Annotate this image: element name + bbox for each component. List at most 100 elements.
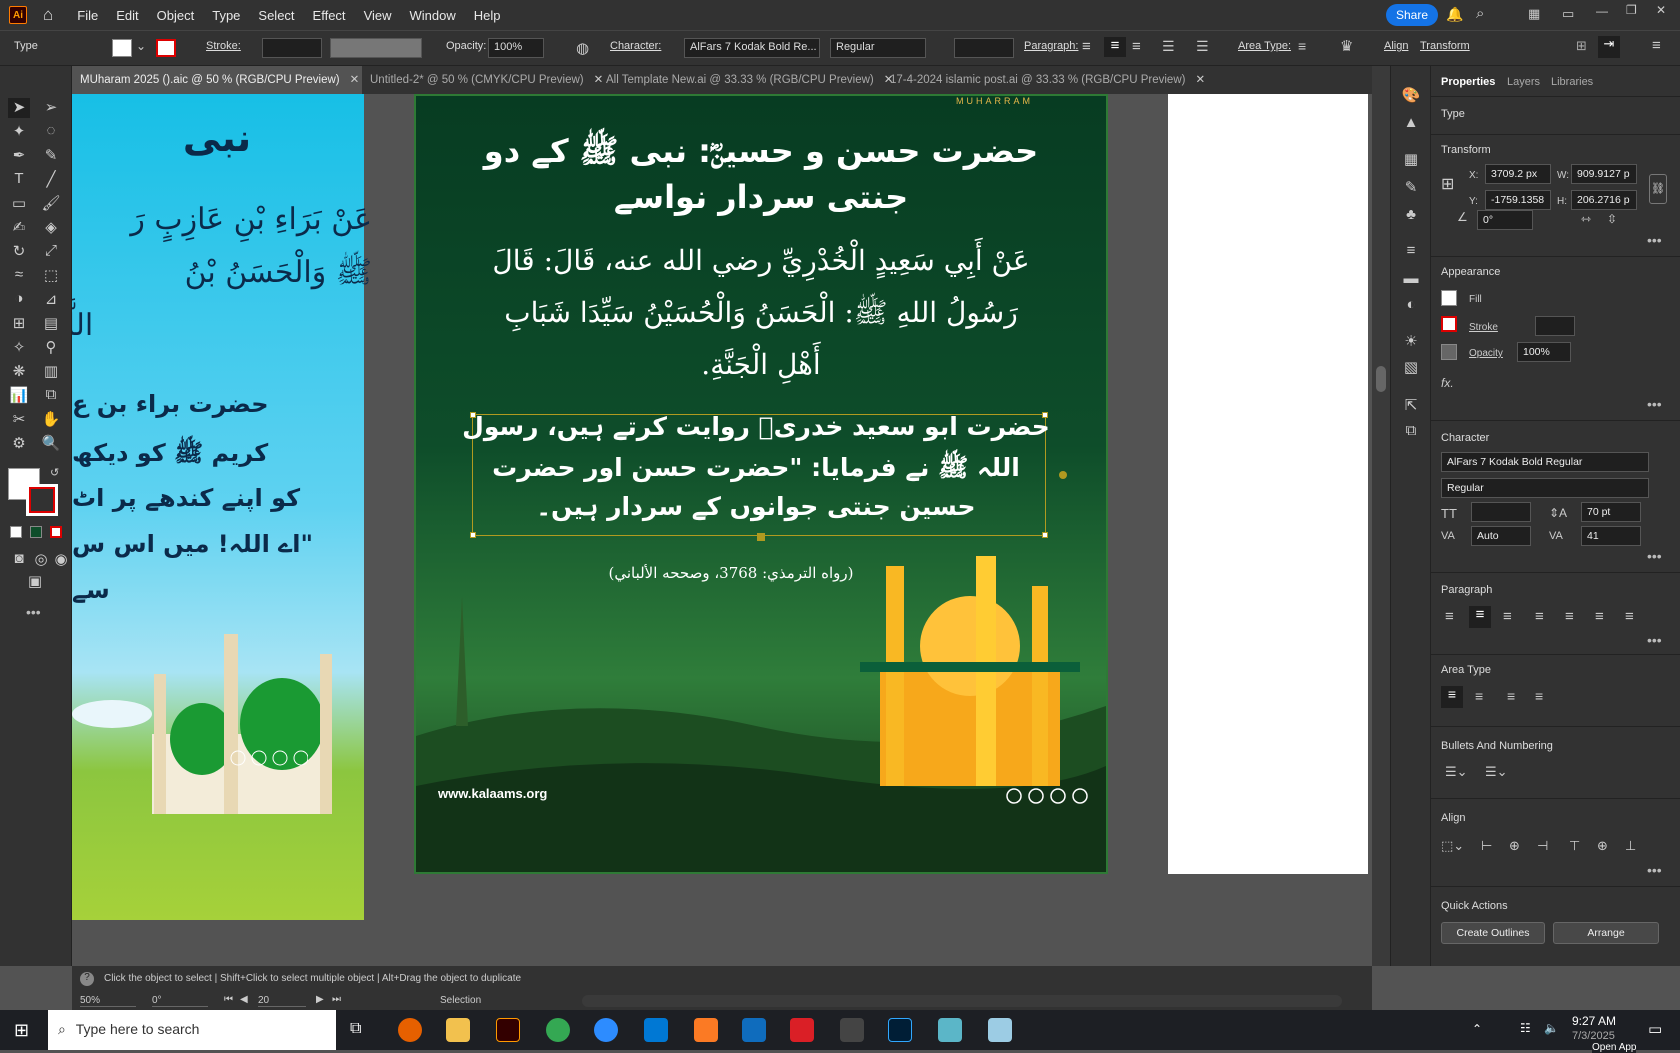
- close-tab-icon[interactable]: ✕: [1195, 74, 1205, 86]
- artboards-panel-icon[interactable]: ⧉: [1400, 422, 1422, 442]
- restore-icon[interactable]: ❐: [1626, 3, 1637, 17]
- shape-builder-icon[interactable]: ◑: [8, 290, 30, 310]
- curvature-tool-icon[interactable]: ✎: [40, 146, 62, 166]
- font-style-dropdown[interactable]: Regular: [830, 38, 926, 58]
- clock-time[interactable]: 9:27 AM: [1572, 1014, 1616, 1028]
- font-size-input[interactable]: [954, 38, 1014, 58]
- menu-edit[interactable]: Edit: [116, 8, 138, 23]
- character-more-icon[interactable]: •••: [1647, 548, 1662, 564]
- last-artboard-icon[interactable]: ⏭: [332, 994, 341, 1005]
- search-icon[interactable]: ⌕: [1476, 5, 1484, 22]
- align-right-objects-icon[interactable]: ⊣: [1537, 838, 1548, 854]
- zoom-dropdown[interactable]: 50%: [80, 995, 136, 1007]
- align-right-icon[interactable]: ≡: [1132, 38, 1141, 55]
- direct-selection-tool-icon[interactable]: ➢: [40, 98, 62, 118]
- swap-colors-icon[interactable]: ↺: [50, 466, 59, 479]
- more-tools-icon[interactable]: •••: [26, 604, 41, 620]
- stroke-weight-input[interactable]: [262, 38, 322, 58]
- glyph-icon[interactable]: ♛: [1340, 37, 1353, 55]
- w-input[interactable]: 909.9127 p: [1571, 164, 1637, 184]
- character-font-dropdown[interactable]: AlFars 7 Kodak Bold Regular: [1441, 452, 1649, 472]
- magic-wand-icon[interactable]: ✦: [8, 122, 30, 142]
- align-link[interactable]: Align: [1384, 40, 1408, 52]
- gradient-tool-icon[interactable]: ▤: [40, 314, 62, 334]
- stroke-swatch[interactable]: [156, 39, 176, 57]
- area-align-top-icon[interactable]: ≡: [1441, 686, 1463, 708]
- arrange-icon[interactable]: ⊞: [1576, 38, 1587, 54]
- warp-tool-icon[interactable]: ≈: [8, 266, 30, 286]
- align-center-icon[interactable]: ≡: [1104, 37, 1126, 57]
- export-icon[interactable]: ⇱: [1400, 396, 1422, 416]
- brushes-icon[interactable]: ✎: [1400, 178, 1422, 198]
- zoom-icon[interactable]: [594, 1018, 618, 1042]
- mesh-tool-icon[interactable]: ⊞: [8, 314, 30, 334]
- panel-toggle-icon[interactable]: ▭: [1562, 6, 1574, 22]
- notification-icon[interactable]: ▭: [1648, 1020, 1662, 1038]
- volume-icon[interactable]: 🔈: [1544, 1021, 1559, 1035]
- menu-type[interactable]: Type: [212, 8, 240, 23]
- align-top-objects-icon[interactable]: ⊤: [1569, 838, 1580, 854]
- align-left-icon[interactable]: ≡: [1082, 38, 1091, 55]
- align-left-objects-icon[interactable]: ⊢: [1481, 838, 1492, 854]
- constrain-proportions-icon[interactable]: ⛓: [1649, 174, 1667, 204]
- area-align-center-icon[interactable]: ≡: [1475, 688, 1483, 704]
- justify-center-icon[interactable]: ≡: [1565, 608, 1574, 625]
- tab-all-template[interactable]: All Template New.ai @ 33.33 % (RGB/CPU P…: [598, 66, 893, 94]
- eraser-icon[interactable]: ◈: [40, 218, 62, 238]
- tab-muharam[interactable]: MUharam 2025 ().aic @ 50 % (RGB/CPU Prev…: [72, 66, 362, 94]
- swatches-icon[interactable]: ▦: [1400, 150, 1422, 170]
- type-tool-icon[interactable]: T: [8, 170, 30, 190]
- menu-view[interactable]: View: [364, 8, 392, 23]
- close-icon[interactable]: ✕: [1656, 3, 1666, 17]
- scroll-thumb[interactable]: [1376, 366, 1386, 392]
- fill-appearance-swatch[interactable]: [1441, 290, 1457, 306]
- tab-untitled[interactable]: Untitled-2* @ 50 % (CMYK/CPU Preview) ✕: [362, 66, 603, 94]
- kerning-input[interactable]: Auto: [1471, 526, 1531, 546]
- align-hcenter-icon[interactable]: ⊕: [1509, 838, 1520, 854]
- gradient-panel-icon[interactable]: ▬: [1400, 270, 1422, 290]
- opacity-input[interactable]: 100%: [488, 38, 544, 58]
- transparency-icon[interactable]: ◐: [1400, 296, 1422, 316]
- draw-normal-icon[interactable]: ◙: [8, 550, 30, 570]
- vertical-scrollbar[interactable]: [1372, 66, 1390, 966]
- menu-select[interactable]: Select: [258, 8, 294, 23]
- para-align-right-icon[interactable]: ≡: [1503, 608, 1512, 625]
- share-button[interactable]: Share: [1386, 4, 1439, 26]
- recolor-icon[interactable]: ◍: [576, 39, 589, 57]
- text-direction-icon[interactable]: ⇥: [1598, 36, 1620, 58]
- chevron-down-icon[interactable]: ⌄: [136, 39, 146, 53]
- paintbrush-icon[interactable]: 🖌: [40, 194, 62, 214]
- justify-all-icon[interactable]: ≡: [1625, 608, 1634, 625]
- none-mode-icon[interactable]: [50, 526, 62, 538]
- task-view-icon[interactable]: ⧉: [350, 1020, 361, 1038]
- paragraph-more-icon[interactable]: •••: [1647, 632, 1662, 648]
- tray-chevron-icon[interactable]: ⌃: [1472, 1022, 1482, 1036]
- hand-tool-icon[interactable]: ✋: [40, 410, 62, 430]
- free-transform-icon[interactable]: ⬚: [40, 266, 62, 286]
- opacity-appearance-input[interactable]: 100%: [1517, 342, 1571, 362]
- artboard-number-input[interactable]: 20: [258, 995, 306, 1007]
- flip-vertical-icon[interactable]: ⇳: [1607, 212, 1617, 226]
- transform-link[interactable]: Transform: [1420, 40, 1470, 52]
- stroke-appearance-label[interactable]: Stroke: [1469, 322, 1498, 333]
- fill-swatch[interactable]: [112, 39, 132, 57]
- scale-tool-icon[interactable]: ⤢: [40, 242, 62, 262]
- area-type-icon[interactable]: ≡: [1298, 38, 1306, 54]
- panel-menu-icon[interactable]: ≡: [1652, 37, 1661, 54]
- stroke-panel-icon[interactable]: ≡: [1400, 242, 1422, 262]
- perspective-grid-icon[interactable]: ⊿: [40, 290, 62, 310]
- artboard-tool-icon[interactable]: ⧉: [40, 386, 62, 406]
- next-artboard-icon[interactable]: ▶: [316, 994, 324, 1005]
- stroke-weight-field[interactable]: [1535, 316, 1575, 336]
- workspace-icon[interactable]: ▦: [1528, 6, 1540, 22]
- canvas-area[interactable]: نبی عَنْ بَرَاءِ بْنِ عَازِبٍ رَ ﷺ وَالْ…: [72, 94, 1372, 966]
- network-icon[interactable]: ☷: [1520, 1021, 1531, 1035]
- graphic-styles-icon[interactable]: ▧: [1400, 358, 1422, 378]
- artboard-main[interactable]: MUHARRAM حضرت حسن و حسینؓ: نبی ﷺ کے دو ج…: [414, 94, 1108, 874]
- zoom-tool-icon[interactable]: 🔍: [40, 434, 62, 454]
- rectangle-tool-icon[interactable]: ▭: [8, 194, 30, 214]
- h-input[interactable]: 206.2716 p: [1571, 190, 1637, 210]
- area-align-bottom-icon[interactable]: ≡: [1507, 688, 1515, 704]
- slice-tool-icon[interactable]: ✂: [8, 410, 30, 430]
- symbols-icon[interactable]: ♣: [1400, 206, 1422, 226]
